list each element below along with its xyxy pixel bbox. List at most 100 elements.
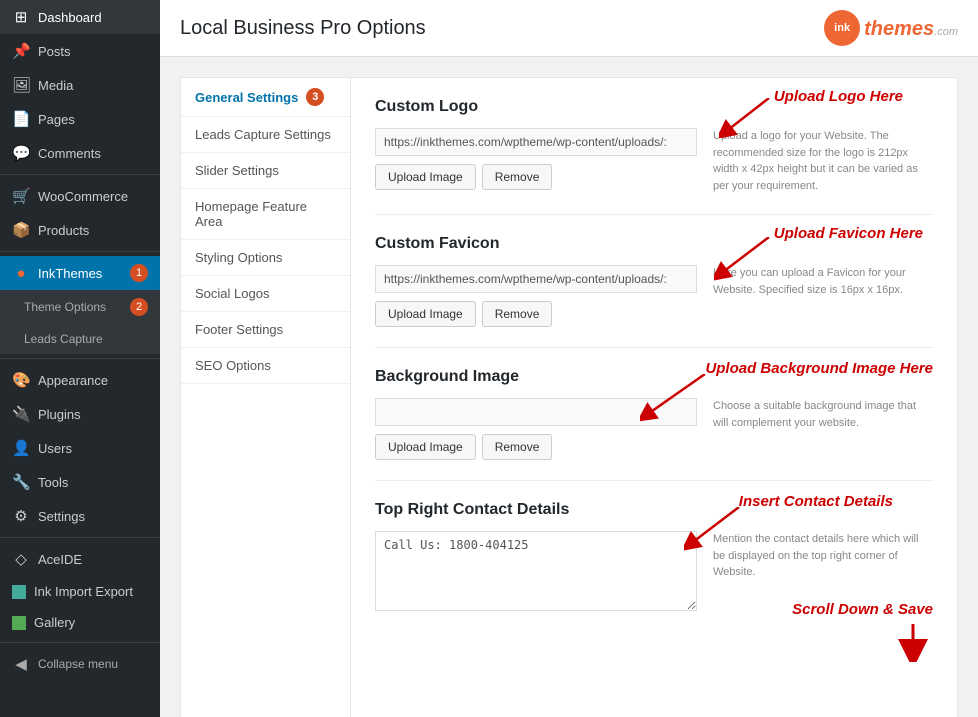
tools-icon: 🔧 xyxy=(12,473,30,491)
background-image-upload-btn[interactable]: Upload Image xyxy=(375,434,476,460)
custom-logo-input-group: Upload Image Remove xyxy=(375,128,697,190)
custom-logo-description: Upload a logo for your Website. The reco… xyxy=(713,128,933,194)
inkthemes-icon: ● xyxy=(12,265,30,282)
main-content: Local Business Pro Options ink themes.co… xyxy=(160,0,978,717)
users-icon: 👤 xyxy=(12,439,30,457)
sidebar-item-pages[interactable]: 📄 Pages xyxy=(0,102,160,136)
sidebar-divider-1 xyxy=(0,174,160,175)
contact-description-wrap: Mention the contact details here which w… xyxy=(713,531,933,665)
sidebar-divider-5 xyxy=(0,642,160,643)
left-nav-seo-options[interactable]: SEO Options xyxy=(181,348,350,384)
media-icon: 🖼 xyxy=(12,76,30,94)
sidebar-item-theme-options[interactable]: Theme Options 2 xyxy=(0,290,160,324)
custom-logo-field-row: Upload Image Remove Upload a logo for yo… xyxy=(375,128,933,194)
brand-logo: ink themes.com xyxy=(824,10,958,46)
inkthemes-badge: 1 xyxy=(130,264,148,282)
sidebar-item-users[interactable]: 👤 Users xyxy=(0,431,160,465)
sidebar-item-woocommerce[interactable]: 🛒 WooCommerce xyxy=(0,179,160,213)
sidebar-item-gallery[interactable]: Gallery xyxy=(0,607,160,638)
collapse-icon: ◀ xyxy=(12,655,30,673)
sidebar-item-aceide[interactable]: ◇ AceIDE xyxy=(0,542,160,576)
ink-import-icon xyxy=(12,585,26,599)
custom-favicon-description: Here you can upload a Favicon for your W… xyxy=(713,265,933,298)
background-image-input-group: Upload Image Remove xyxy=(375,398,697,460)
background-image-description: Choose a suitable background image that … xyxy=(713,398,933,431)
pages-icon: 📄 xyxy=(12,110,30,128)
woo-icon: 🛒 xyxy=(12,187,30,205)
left-nav-general-settings[interactable]: General Settings 3 xyxy=(181,78,350,117)
custom-favicon-input-group: Upload Image Remove xyxy=(375,265,697,327)
custom-favicon-title: Custom Favicon xyxy=(375,235,933,253)
aceide-icon: ◇ xyxy=(12,550,30,568)
page-title: Local Business Pro Options xyxy=(180,17,426,40)
custom-favicon-upload-btn[interactable]: Upload Image xyxy=(375,301,476,327)
dashboard-icon: ⊞ xyxy=(12,8,30,26)
custom-logo-title: Custom Logo xyxy=(375,98,933,116)
sidebar-divider-2 xyxy=(0,251,160,252)
sidebar-divider-3 xyxy=(0,358,160,359)
posts-icon: 📌 xyxy=(12,42,30,60)
sidebar-item-dashboard[interactable]: ⊞ Dashboard xyxy=(0,0,160,34)
contact-details-textarea[interactable]: Call Us: 1800-404125 xyxy=(375,531,697,611)
custom-logo-url-input[interactable] xyxy=(375,128,697,156)
contact-details-description: Mention the contact details here which w… xyxy=(713,531,933,581)
custom-logo-btn-group: Upload Image Remove xyxy=(375,164,697,190)
background-image-remove-btn[interactable]: Remove xyxy=(482,434,553,460)
sidebar-item-ink-import-export[interactable]: Ink Import Export xyxy=(0,576,160,607)
custom-favicon-btn-group: Upload Image Remove xyxy=(375,301,697,327)
sidebar-item-posts[interactable]: 📌 Posts xyxy=(0,34,160,68)
left-nav-homepage-feature[interactable]: Homepage Feature Area xyxy=(181,189,350,240)
topbar: Local Business Pro Options ink themes.co… xyxy=(160,0,978,57)
ink-circle: ink xyxy=(824,10,860,46)
sidebar: ⊞ Dashboard 📌 Posts 🖼 Media 📄 Pages 💬 Co… xyxy=(0,0,160,717)
scroll-save-annotation: Scroll Down & Save xyxy=(713,601,933,618)
right-panel: Upload Logo Here Custom Logo Upload Imag… xyxy=(350,77,958,717)
sidebar-item-settings[interactable]: ⚙ Settings xyxy=(0,499,160,533)
sidebar-item-media[interactable]: 🖼 Media xyxy=(0,68,160,102)
sidebar-item-inkthemes[interactable]: ● InkThemes 1 xyxy=(0,256,160,290)
sidebar-submenu-inkthemes: Theme Options 2 Leads Capture xyxy=(0,290,160,354)
sidebar-item-appearance[interactable]: 🎨 Appearance xyxy=(0,363,160,397)
custom-favicon-remove-btn[interactable]: Remove xyxy=(482,301,553,327)
background-image-section: Upload Background Image Here Background … xyxy=(375,368,933,481)
background-image-field-row: Upload Image Remove Choose a suitable ba… xyxy=(375,398,933,460)
brand-themes-text: themes.com xyxy=(864,15,958,41)
scroll-arrow-down xyxy=(713,622,933,665)
contact-details-input-group: Call Us: 1800-404125 xyxy=(375,531,697,614)
custom-logo-upload-btn[interactable]: Upload Image xyxy=(375,164,476,190)
custom-favicon-section: Upload Favicon Here Custom Favicon Uploa… xyxy=(375,235,933,348)
products-icon: 📦 xyxy=(12,221,30,239)
general-settings-badge: 3 xyxy=(306,88,324,106)
background-image-btn-group: Upload Image Remove xyxy=(375,434,697,460)
left-nav-slider-settings[interactable]: Slider Settings xyxy=(181,153,350,189)
custom-logo-remove-btn[interactable]: Remove xyxy=(482,164,553,190)
left-nav-styling-options[interactable]: Styling Options xyxy=(181,240,350,276)
scroll-down-arrow-icon xyxy=(893,622,933,662)
sidebar-item-products[interactable]: 📦 Products xyxy=(0,213,160,247)
sidebar-item-leads-capture[interactable]: Leads Capture xyxy=(0,324,160,354)
left-nav-leads-capture[interactable]: Leads Capture Settings xyxy=(181,117,350,153)
gallery-icon xyxy=(12,616,26,630)
left-nav: General Settings 3 Leads Capture Setting… xyxy=(180,77,350,717)
theme-options-badge: 2 xyxy=(130,298,148,316)
content-area: General Settings 3 Leads Capture Setting… xyxy=(160,57,978,717)
settings-icon: ⚙ xyxy=(12,507,30,525)
plugins-icon: 🔌 xyxy=(12,405,30,423)
left-nav-social-logos[interactable]: Social Logos xyxy=(181,276,350,312)
appearance-icon: 🎨 xyxy=(12,371,30,389)
background-image-title: Background Image xyxy=(375,368,933,386)
sidebar-collapse-button[interactable]: ◀ Collapse menu xyxy=(0,647,160,681)
custom-logo-section: Upload Logo Here Custom Logo Upload Imag… xyxy=(375,98,933,215)
comments-icon: 💬 xyxy=(12,144,30,162)
sidebar-item-comments[interactable]: 💬 Comments xyxy=(0,136,160,170)
contact-details-field-row: Call Us: 1800-404125 Mention the contact… xyxy=(375,531,933,665)
custom-favicon-url-input[interactable] xyxy=(375,265,697,293)
sidebar-item-plugins[interactable]: 🔌 Plugins xyxy=(0,397,160,431)
contact-details-section: Insert Contact Details Top Right Contact… xyxy=(375,501,933,685)
background-image-display xyxy=(375,398,697,426)
sidebar-divider-4 xyxy=(0,537,160,538)
sidebar-item-tools[interactable]: 🔧 Tools xyxy=(0,465,160,499)
contact-details-title: Top Right Contact Details xyxy=(375,501,933,519)
custom-favicon-field-row: Upload Image Remove Here you can upload … xyxy=(375,265,933,327)
left-nav-footer-settings[interactable]: Footer Settings xyxy=(181,312,350,348)
